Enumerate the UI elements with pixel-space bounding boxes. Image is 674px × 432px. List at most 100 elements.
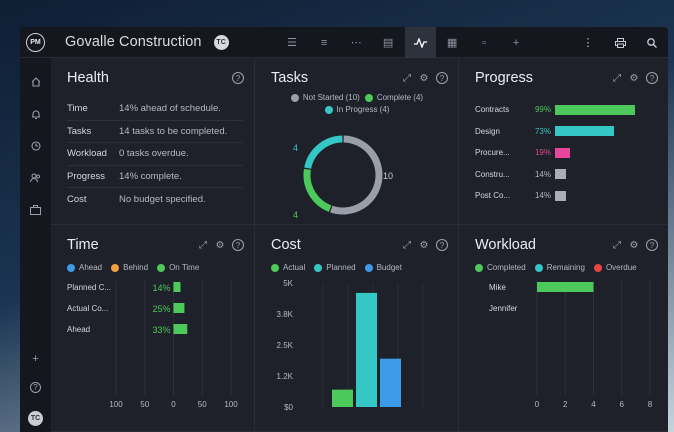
settings-icon[interactable]: ⚙ bbox=[417, 238, 431, 252]
progress-name: Contracts bbox=[475, 105, 510, 115]
legend-label: On Time bbox=[169, 263, 200, 272]
progress-row[interactable]: Constru... 14% bbox=[475, 164, 658, 186]
expand-icon[interactable]: ⤢ bbox=[400, 71, 414, 85]
user-avatar[interactable]: TC bbox=[28, 411, 43, 426]
settings-icon[interactable]: ⚙ bbox=[417, 71, 431, 85]
tick-label: 50 bbox=[198, 400, 207, 409]
legend-label: Not Started (10) bbox=[302, 93, 360, 102]
panel-title: Tasks bbox=[271, 70, 309, 86]
donut-slice bbox=[330, 135, 383, 215]
health-key: Tasks bbox=[67, 125, 92, 137]
progress-name: Design bbox=[475, 126, 500, 136]
legend-item[interactable]: Overdue bbox=[593, 263, 637, 272]
help-icon[interactable]: ? bbox=[20, 373, 51, 401]
legend-dot bbox=[475, 263, 483, 272]
legend-item[interactable]: Planned bbox=[314, 263, 356, 272]
legend-dot bbox=[364, 263, 373, 272]
progress-name: Constru... bbox=[475, 169, 510, 179]
legend-dot bbox=[314, 263, 323, 272]
files-icon[interactable]: ▫ bbox=[469, 27, 500, 58]
help-icon[interactable]: ? bbox=[436, 239, 448, 251]
time-panel: Time ⤢ ⚙ ? Ahead Behind On Time 100 50 0 50… bbox=[51, 225, 255, 432]
progress-percent: 19% bbox=[534, 148, 551, 158]
sidebar-bottom: + ? TC bbox=[20, 345, 51, 426]
gantt-icon[interactable]: ≡ bbox=[309, 27, 340, 58]
legend-label: Behind bbox=[123, 263, 149, 272]
expand-icon[interactable]: ⤢ bbox=[400, 238, 414, 252]
panel-title: Health bbox=[67, 70, 109, 86]
health-value: 0 tasks overdue. bbox=[119, 148, 189, 160]
panel-title: Progress bbox=[475, 70, 534, 86]
progress-bar bbox=[555, 126, 615, 137]
help-icon[interactable]: ? bbox=[232, 72, 244, 84]
expand-icon[interactable]: ⤢ bbox=[196, 238, 210, 252]
legend-item[interactable]: Behind bbox=[111, 263, 148, 272]
calendar-icon[interactable]: ▦ bbox=[437, 27, 468, 58]
legend-dot bbox=[111, 263, 120, 272]
time-icon[interactable] bbox=[20, 130, 51, 162]
dashboard-icon[interactable] bbox=[404, 27, 436, 58]
tick-label: 1.2K bbox=[277, 372, 294, 381]
progress-row[interactable]: Post Co... 14% bbox=[475, 185, 658, 207]
time-legend: Ahead Behind On Time bbox=[67, 263, 244, 275]
legend-label: Actual bbox=[283, 263, 306, 272]
progress-row[interactable]: Procure... 19% bbox=[475, 142, 658, 164]
more-icon[interactable]: ⋮ bbox=[572, 27, 604, 58]
legend-item[interactable]: Actual bbox=[271, 263, 305, 272]
legend-label: Planned bbox=[326, 263, 356, 272]
workload-legend: Completed Remaining Overdue bbox=[475, 263, 658, 275]
list-icon[interactable]: ☰ bbox=[277, 27, 308, 58]
logo[interactable]: PM bbox=[20, 27, 51, 58]
settings-icon[interactable]: ⚙ bbox=[213, 238, 227, 252]
team-icon[interactable] bbox=[20, 162, 51, 194]
legend-label: Ahead bbox=[79, 263, 103, 272]
tick-label: 2 bbox=[563, 400, 568, 409]
progress-panel: Progress ⤢ ⚙ ? Contracts 99% Design 73% Proc… bbox=[459, 58, 668, 225]
workload-bar-chart: 0 2 4 6 8 Mike Jennifer bbox=[489, 281, 653, 409]
legend-item[interactable]: Remaining bbox=[534, 263, 585, 272]
legend-label: Complete (4) bbox=[376, 93, 424, 102]
bar bbox=[380, 358, 401, 407]
project-avatar[interactable]: TC bbox=[213, 34, 229, 50]
settings-icon[interactable]: ⚙ bbox=[627, 238, 641, 252]
progress-row[interactable]: Contracts 99% bbox=[475, 99, 658, 121]
health-row: Cost No budget specified. bbox=[67, 188, 243, 211]
home-icon[interactable] bbox=[20, 66, 51, 98]
add-icon[interactable]: + bbox=[20, 345, 51, 373]
sheet-icon[interactable]: ▤ bbox=[373, 27, 404, 58]
legend-label: Remaining bbox=[546, 263, 585, 272]
legend-item[interactable]: Budget bbox=[364, 263, 402, 272]
tasks-legend: Not Started (10) Complete (4) In Progres… bbox=[271, 93, 448, 117]
legend-item[interactable]: Ahead bbox=[67, 263, 102, 272]
donut-label: 4 bbox=[293, 210, 298, 220]
legend-dot bbox=[290, 93, 299, 102]
legend-item[interactable]: Completed bbox=[475, 263, 526, 272]
help-icon[interactable]: ? bbox=[646, 239, 658, 251]
help-icon[interactable]: ? bbox=[436, 72, 448, 84]
expand-icon[interactable]: ⤢ bbox=[610, 238, 624, 252]
progress-percent: 14% bbox=[534, 191, 551, 201]
expand-icon[interactable]: ⤢ bbox=[610, 71, 624, 85]
progress-bar bbox=[555, 169, 566, 180]
legend-item[interactable]: Complete (4) bbox=[364, 93, 424, 102]
health-key: Workload bbox=[67, 148, 107, 160]
help-icon[interactable]: ? bbox=[646, 72, 658, 84]
tick-label: 0 bbox=[171, 400, 176, 409]
legend-dot bbox=[534, 263, 543, 272]
portfolio-icon[interactable] bbox=[20, 194, 51, 226]
progress-bar bbox=[555, 190, 566, 201]
print-icon[interactable] bbox=[604, 27, 636, 58]
notifications-icon[interactable] bbox=[20, 98, 51, 130]
legend-item[interactable]: In Progress (4) bbox=[324, 105, 389, 114]
health-value: 14 tasks to be completed. bbox=[119, 125, 228, 137]
tick-label: 6 bbox=[620, 400, 625, 409]
help-icon[interactable]: ? bbox=[232, 239, 244, 251]
add-icon[interactable]: + bbox=[501, 27, 532, 58]
settings-icon[interactable]: ⚙ bbox=[627, 71, 641, 85]
progress-row[interactable]: Design 73% bbox=[475, 121, 658, 143]
data-label: 25% bbox=[152, 304, 170, 314]
search-icon[interactable] bbox=[636, 27, 668, 58]
legend-item[interactable]: Not Started (10) bbox=[290, 93, 360, 102]
legend-item[interactable]: On Time bbox=[157, 263, 199, 272]
board-icon[interactable]: ⋯ bbox=[341, 27, 372, 58]
